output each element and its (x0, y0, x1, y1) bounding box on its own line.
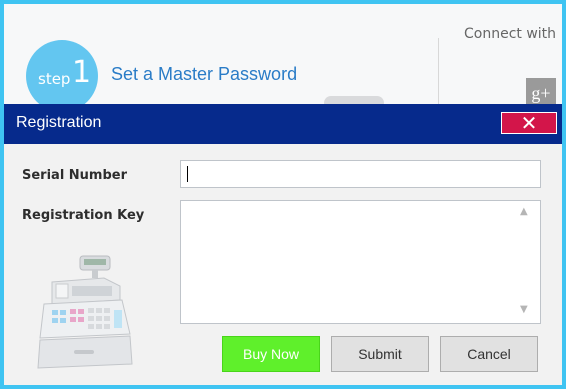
registration-key-input[interactable] (180, 200, 541, 324)
step-badge: step 1 (26, 40, 98, 112)
step-number: 1 (72, 55, 92, 90)
close-button[interactable]: ✕ (501, 112, 557, 134)
background-app: step 1 Set a Master Password Connect wit… (4, 4, 562, 112)
close-icon: ✕ (520, 111, 538, 135)
cash-register-icon (37, 255, 133, 369)
dialog-title: Registration (16, 114, 102, 131)
vertical-divider (438, 38, 439, 108)
cancel-button[interactable]: Cancel (440, 336, 538, 372)
serial-number-input[interactable] (180, 160, 541, 188)
serial-number-label: Serial Number (22, 168, 128, 183)
submit-button[interactable]: Submit (331, 336, 429, 372)
step-word: step (38, 70, 71, 88)
scroll-up-arrow-icon[interactable]: ▲ (520, 206, 528, 217)
window-frame: step 1 Set a Master Password Connect wit… (4, 4, 562, 385)
dialog-titlebar: Registration ✕ (4, 104, 562, 144)
dialog-body: Serial Number Registration Key ▲ ▼ Buy N… (4, 144, 562, 385)
scroll-down-arrow-icon[interactable]: ▼ (520, 304, 528, 315)
registration-key-label: Registration Key (22, 208, 145, 223)
connect-text: Connect with (464, 26, 557, 42)
buy-now-button[interactable]: Buy Now (222, 336, 320, 372)
text-caret (187, 166, 188, 182)
step-title: Set a Master Password (111, 64, 298, 84)
